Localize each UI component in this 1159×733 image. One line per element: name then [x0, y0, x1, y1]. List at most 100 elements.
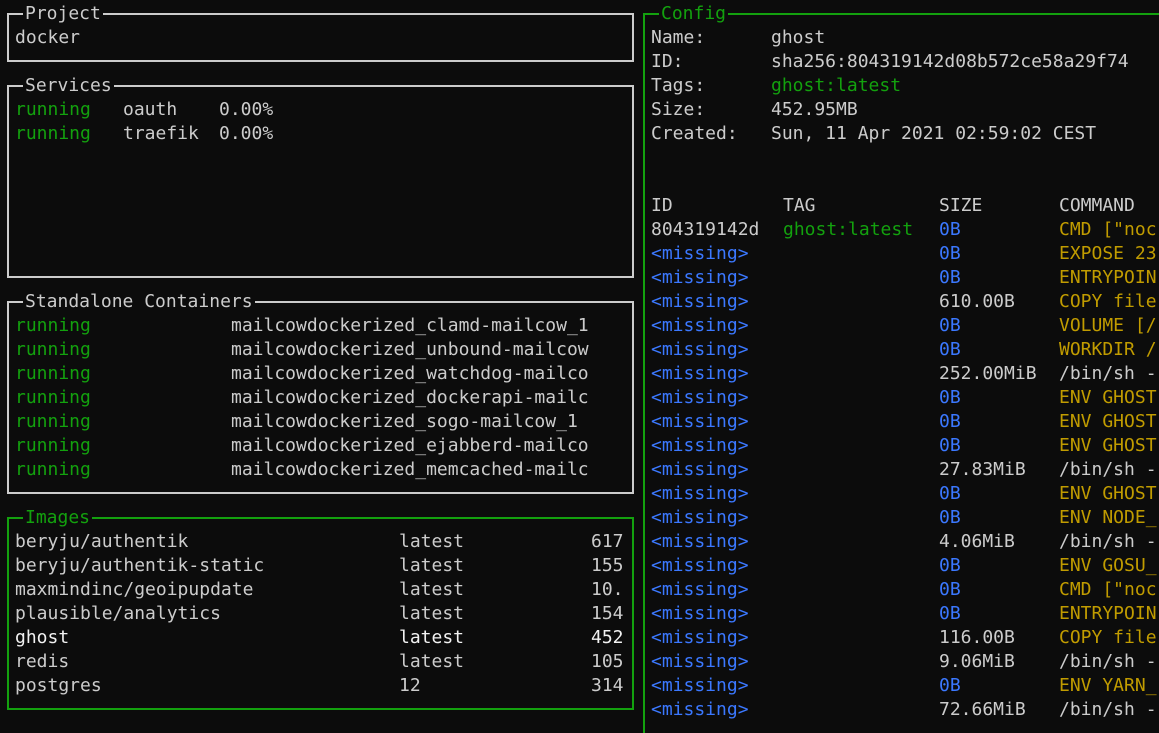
containers-panel[interactable]: Standalone Containers running mailcowdock…: [7, 291, 634, 494]
history-command: ENV GHOST: [1059, 435, 1157, 456]
history-row[interactable]: <missing> 9.06MiB/bin/sh -: [651, 650, 1159, 674]
container-row[interactable]: running mailcowdockerized_memcached-mailc: [15, 458, 632, 482]
image-row[interactable]: beryju/authentik-static latest 155: [15, 554, 632, 578]
history-row[interactable]: <missing> 0B CMD ["noc: [651, 578, 1159, 602]
image-name: postgres: [15, 675, 102, 696]
image-size: 10.: [591, 579, 624, 600]
container-row[interactable]: running mailcowdockerized_sogo-mailcow_1: [15, 410, 632, 434]
image-tag: latest: [399, 603, 465, 624]
history-command: ENV GHOST: [1059, 411, 1157, 432]
history-command: ENV GOSU_: [1059, 555, 1157, 576]
history-id: <missing>: [651, 699, 749, 720]
image-row[interactable]: maxmindinc/geoipupdate latest 10.: [15, 578, 632, 602]
images-panel[interactable]: Images beryju/authentik latest 617 beryju/a…: [7, 507, 634, 710]
container-name: mailcowdockerized_sogo-mailcow_1: [231, 411, 578, 432]
history-row[interactable]: <missing> 0B VOLUME [/: [651, 314, 1159, 338]
history-command: ENV NODE_: [1059, 507, 1157, 528]
project-panel[interactable]: Project docker: [7, 3, 634, 62]
history-size: 0B: [939, 555, 961, 576]
container-row[interactable]: running mailcowdockerized_clamd-mailcow_1: [15, 314, 632, 338]
history-id: <missing>: [651, 675, 749, 696]
history-command: WORKDIR /: [1059, 339, 1157, 360]
image-size: 452: [591, 627, 624, 648]
service-name: traefik: [123, 123, 199, 144]
history-row[interactable]: <missing> 116.00B COPY file: [651, 626, 1159, 650]
history-id: <missing>: [651, 411, 749, 432]
history-row[interactable]: <missing> 0B ENV GHOST: [651, 482, 1159, 506]
history-command: /bin/sh -: [1059, 363, 1157, 384]
history-row[interactable]: <missing> 0B ENV GHOST: [651, 386, 1159, 410]
history-row[interactable]: <missing> 252.00MiB/bin/sh -: [651, 362, 1159, 386]
image-name: beryju/authentik: [15, 531, 189, 552]
project-name: docker: [15, 27, 81, 48]
container-name: mailcowdockerized_watchdog-mailco: [231, 363, 589, 384]
config-field-value: sha256:804319142d08b572ce58a29f74: [771, 51, 1129, 72]
history-id: <missing>: [651, 555, 749, 576]
config-field-label: Created:: [651, 123, 738, 144]
history-row[interactable]: <missing> 27.83MiB/bin/sh -: [651, 458, 1159, 482]
container-row[interactable]: running mailcowdockerized_watchdog-mailco: [15, 362, 632, 386]
history-row[interactable]: <missing> 4.06MiB/bin/sh -: [651, 530, 1159, 554]
history-row[interactable]: <missing> 0B ENV GHOST: [651, 410, 1159, 434]
config-field-row: ID: sha256:804319142d08b572ce58a29f74: [651, 50, 1159, 74]
image-row-selected[interactable]: ghost latest 452: [15, 626, 632, 650]
image-row[interactable]: plausible/analytics latest 154: [15, 602, 632, 626]
history-row[interactable]: <missing> 0B ENV NODE_: [651, 506, 1159, 530]
history-row[interactable]: <missing> 610.00B COPY file: [651, 290, 1159, 314]
image-tag: latest: [399, 627, 465, 648]
history-command: ENV GHOST: [1059, 483, 1157, 504]
history-header-command: COMMAND: [1059, 195, 1135, 216]
history-command: /bin/sh -: [1059, 699, 1157, 720]
history-tag: ghost:latest: [783, 219, 914, 240]
history-size: 0B: [939, 243, 961, 264]
history-command: COPY file: [1059, 627, 1157, 648]
history-row[interactable]: <missing> 0B WORKDIR /: [651, 338, 1159, 362]
image-size: 154: [591, 603, 624, 624]
history-size: 4.06MiB: [939, 531, 1015, 552]
image-row[interactable]: beryju/authentik latest 617: [15, 530, 632, 554]
config-field-value: ghost: [771, 27, 826, 48]
container-row[interactable]: running mailcowdockerized_unbound-mailcow: [15, 338, 632, 362]
history-row[interactable]: <missing> 0B ENTRYPOIN: [651, 602, 1159, 626]
history-id: <missing>: [651, 459, 749, 480]
history-row[interactable]: 804319142d ghost:latest 0B CMD ["noc: [651, 218, 1159, 242]
history-row[interactable]: <missing> 0B ENV GHOST: [651, 434, 1159, 458]
service-name: oauth: [123, 99, 178, 120]
history-command: CMD ["noc: [1059, 579, 1157, 600]
history-row[interactable]: <missing> 0B ENV GOSU_: [651, 554, 1159, 578]
image-row[interactable]: redis latest 105: [15, 650, 632, 674]
image-size: 105: [591, 651, 624, 672]
config-field-label: Name:: [651, 27, 706, 48]
config-field-label: Tags:: [651, 75, 706, 96]
history-header-size: SIZE: [939, 195, 983, 216]
container-row[interactable]: running mailcowdockerized_dockerapi-mailc: [15, 386, 632, 410]
history-size: 0B: [939, 483, 961, 504]
history-row[interactable]: <missing> 72.66MiB/bin/sh -: [651, 698, 1159, 722]
history-size: 0B: [939, 603, 961, 624]
history-id: <missing>: [651, 243, 749, 264]
container-row[interactable]: running mailcowdockerized_ejabberd-mailco: [15, 434, 632, 458]
service-row[interactable]: running oauth 0.00%: [15, 98, 632, 122]
services-panel[interactable]: Services running oauth 0.00% running traefik…: [7, 75, 634, 278]
history-id: <missing>: [651, 267, 749, 288]
service-row[interactable]: running traefik 0.00%: [15, 122, 632, 146]
container-status: running: [15, 435, 91, 456]
config-field-label: ID:: [651, 51, 684, 72]
image-tag: latest: [399, 651, 465, 672]
history-id: <missing>: [651, 603, 749, 624]
history-id: 804319142d: [651, 219, 760, 240]
history-row[interactable]: <missing> 0B EXPOSE 23: [651, 242, 1159, 266]
history-id: <missing>: [651, 339, 749, 360]
history-command: ENV GHOST: [1059, 387, 1157, 408]
image-row[interactable]: postgres 12 314: [15, 674, 632, 698]
history-id: <missing>: [651, 531, 749, 552]
config-field-row: Name: ghost: [651, 26, 1159, 50]
history-id: <missing>: [651, 579, 749, 600]
image-size: 617: [591, 531, 624, 552]
history-row[interactable]: <missing> 0B ENV YARN_: [651, 674, 1159, 698]
history-row[interactable]: <missing> 0B ENTRYPOIN: [651, 266, 1159, 290]
config-panel[interactable]: Config Name: ghost ID: sha256:804319142d08b…: [643, 3, 1159, 733]
config-field-value: 452.95MB: [771, 99, 858, 120]
history-size: 0B: [939, 267, 961, 288]
history-command: VOLUME [/: [1059, 315, 1157, 336]
